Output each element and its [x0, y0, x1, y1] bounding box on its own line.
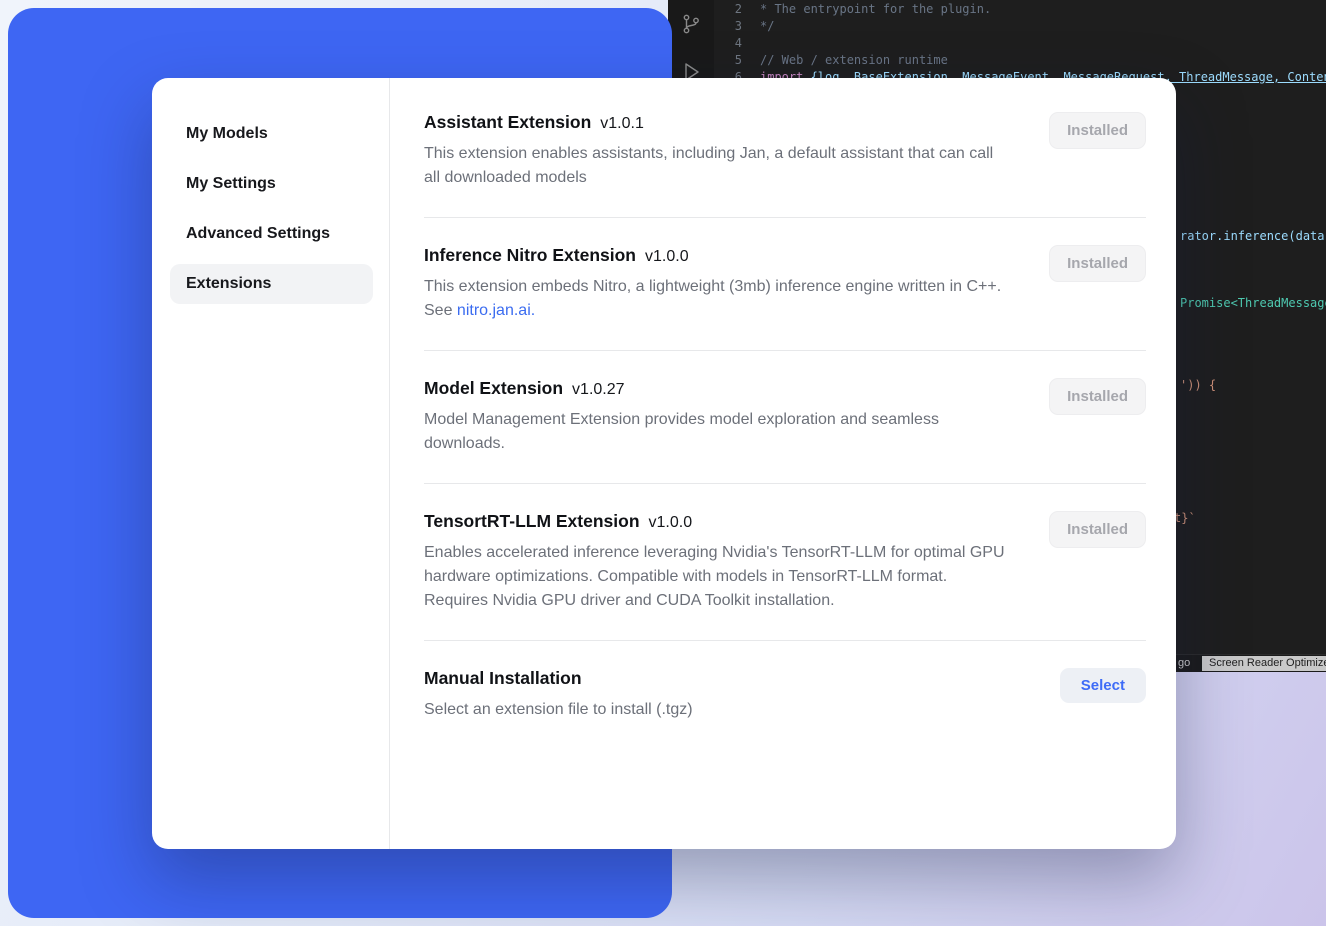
row-divider — [424, 350, 1146, 351]
settings-modal: My Models My Settings Advanced Settings … — [152, 78, 1176, 849]
line-number: 3 — [714, 18, 742, 35]
extensions-panel: Assistant Extension v1.0.1 This extensio… — [390, 78, 1176, 849]
extension-info: Assistant Extension v1.0.1 This extensio… — [424, 112, 1009, 190]
installed-button[interactable]: Installed — [1049, 378, 1146, 415]
code-fragment: Promise<ThreadMessage> — [1180, 296, 1326, 310]
code-text: */ — [760, 18, 774, 35]
manual-installation-description: Select an extension file to install (.tg… — [424, 698, 693, 722]
extension-title: TensortRT-LLM Extension v1.0.0 — [424, 511, 1009, 532]
installed-button[interactable]: Installed — [1049, 112, 1146, 149]
extension-row-model: Model Extension v1.0.27 Model Management… — [424, 378, 1146, 456]
manual-installation-title: Manual Installation — [424, 668, 693, 689]
code-text: // Web / extension runtime — [760, 52, 948, 69]
extension-description: Enables accelerated inference leveraging… — [424, 541, 1009, 613]
sidebar-item-my-models[interactable]: My Models — [170, 114, 373, 154]
code-line: 3 */ — [714, 18, 1326, 35]
extension-version: v1.0.27 — [572, 381, 624, 399]
settings-sidebar: My Models My Settings Advanced Settings … — [152, 78, 390, 849]
extension-info: Inference Nitro Extension v1.0.0 This ex… — [424, 245, 1009, 323]
extension-title: Model Extension v1.0.27 — [424, 378, 1009, 399]
extension-row-tensorrt: TensortRT-LLM Extension v1.0.0 Enables a… — [424, 511, 1146, 613]
line-number: 2 — [714, 1, 742, 18]
source-control-icon[interactable] — [679, 12, 703, 36]
extension-name: Assistant Extension — [424, 112, 591, 133]
code-fragment: rator.inference(data)); — [1180, 229, 1326, 243]
extension-title: Assistant Extension v1.0.1 — [424, 112, 1009, 133]
row-divider — [424, 640, 1146, 641]
code-fragment: ')) { — [1180, 378, 1216, 392]
nitro-link[interactable]: nitro.jan.ai. — [457, 302, 535, 319]
sidebar-item-extensions[interactable]: Extensions — [170, 264, 373, 304]
extension-info: Model Extension v1.0.27 Model Management… — [424, 378, 1009, 456]
extension-row-nitro: Inference Nitro Extension v1.0.0 This ex… — [424, 245, 1146, 323]
screen-reader-badge: Screen Reader Optimized — [1202, 656, 1326, 671]
extension-info: Manual Installation Select an extension … — [424, 668, 693, 722]
desktop-background: 2 * The entrypoint for the plugin. 3 */ … — [0, 0, 1326, 926]
sidebar-item-my-settings[interactable]: My Settings — [170, 164, 373, 204]
extension-title: Inference Nitro Extension v1.0.0 — [424, 245, 1009, 266]
extension-version: v1.0.1 — [600, 115, 644, 133]
extension-version: v1.0.0 — [649, 514, 693, 532]
extension-description: Model Management Extension provides mode… — [424, 408, 1009, 456]
extension-version: v1.0.0 — [645, 248, 689, 266]
extension-row-assistant: Assistant Extension v1.0.1 This extensio… — [424, 112, 1146, 190]
extension-description: This extension enables assistants, inclu… — [424, 142, 1009, 190]
row-divider — [424, 217, 1146, 218]
extension-name: Inference Nitro Extension — [424, 245, 636, 266]
section-title-text: Manual Installation — [424, 668, 582, 689]
status-language-label: go — [1178, 657, 1190, 669]
code-line: 4 — [714, 35, 1326, 52]
code-lines: 2 * The entrypoint for the plugin. 3 */ … — [714, 1, 1326, 86]
line-number: 4 — [714, 35, 742, 52]
code-line: 5 // Web / extension runtime — [714, 52, 1326, 69]
installed-button[interactable]: Installed — [1049, 511, 1146, 548]
extension-name: Model Extension — [424, 378, 563, 399]
row-divider — [424, 483, 1146, 484]
code-fragment: t}` — [1174, 511, 1196, 525]
code-text: * The entrypoint for the plugin. — [760, 1, 991, 18]
extension-info: TensortRT-LLM Extension v1.0.0 Enables a… — [424, 511, 1009, 613]
sidebar-item-advanced-settings[interactable]: Advanced Settings — [170, 214, 373, 254]
manual-installation-row: Manual Installation Select an extension … — [424, 668, 1146, 722]
installed-button[interactable]: Installed — [1049, 245, 1146, 282]
code-line: 2 * The entrypoint for the plugin. — [714, 1, 1326, 18]
select-file-button[interactable]: Select — [1060, 668, 1146, 703]
extension-name: TensortRT-LLM Extension — [424, 511, 640, 532]
line-number: 5 — [714, 52, 742, 69]
extension-description: This extension embeds Nitro, a lightweig… — [424, 275, 1009, 323]
